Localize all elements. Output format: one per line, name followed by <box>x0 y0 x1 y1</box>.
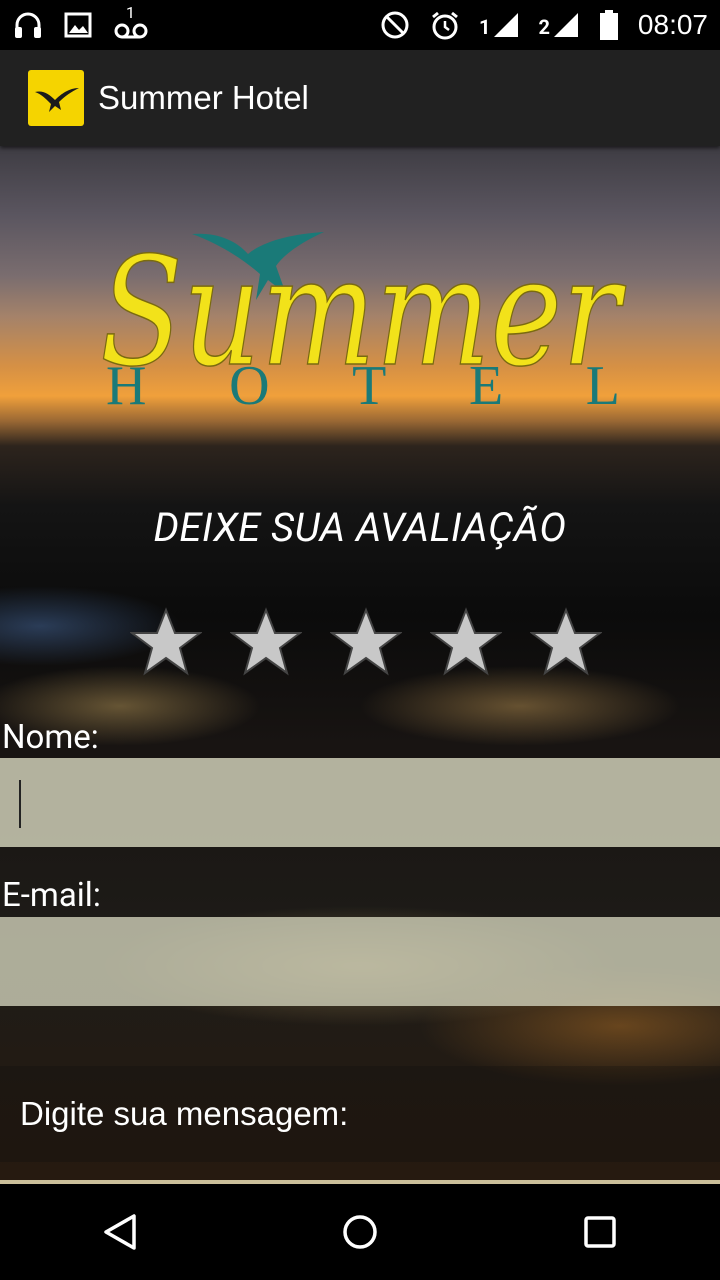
nav-bar <box>0 1184 720 1280</box>
review-screen: Summer HOTEL DEIXE SUA AVALIAÇÃO Nome: E… <box>0 146 720 1180</box>
voicemail-count: 1 <box>126 3 135 22</box>
headphones-icon <box>12 9 44 41</box>
email-label: E-mail: <box>2 876 101 915</box>
summer-hotel-logo: Summer HOTEL <box>99 225 627 416</box>
signal-sim1-icon: 1 <box>479 11 520 39</box>
back-button[interactable] <box>72 1184 168 1280</box>
star-1-icon[interactable] <box>130 606 202 678</box>
home-icon <box>343 1215 377 1249</box>
name-input[interactable] <box>0 758 720 847</box>
star-3-icon[interactable] <box>330 606 402 678</box>
do-not-disturb-icon <box>379 9 411 41</box>
name-label: Nome: <box>2 718 99 757</box>
app-bar: Summer Hotel <box>0 50 720 146</box>
voicemail-icon: 1 <box>112 3 152 41</box>
back-icon <box>104 1214 136 1250</box>
text-cursor <box>19 780 21 828</box>
star-2-icon[interactable] <box>230 606 302 678</box>
message-input[interactable] <box>0 1066 720 1162</box>
battery-icon <box>598 9 620 41</box>
bird-logo-icon <box>28 70 84 126</box>
star-rating[interactable] <box>130 606 602 678</box>
star-4-icon[interactable] <box>430 606 502 678</box>
image-icon <box>62 9 94 41</box>
recents-icon <box>584 1216 616 1248</box>
signal-sim2-icon: 2 <box>538 11 579 39</box>
app-title: Summer Hotel <box>98 79 309 116</box>
alarm-icon <box>429 9 461 41</box>
review-heading: DEIXE SUA AVALIAÇÃO <box>153 504 567 551</box>
status-bar: 1 1 2 08:07 <box>0 0 720 50</box>
home-button[interactable] <box>312 1184 408 1280</box>
recents-button[interactable] <box>552 1184 648 1280</box>
clock: 08:07 <box>637 9 708 40</box>
email-input[interactable] <box>0 917 720 1006</box>
star-5-icon[interactable] <box>530 606 602 678</box>
